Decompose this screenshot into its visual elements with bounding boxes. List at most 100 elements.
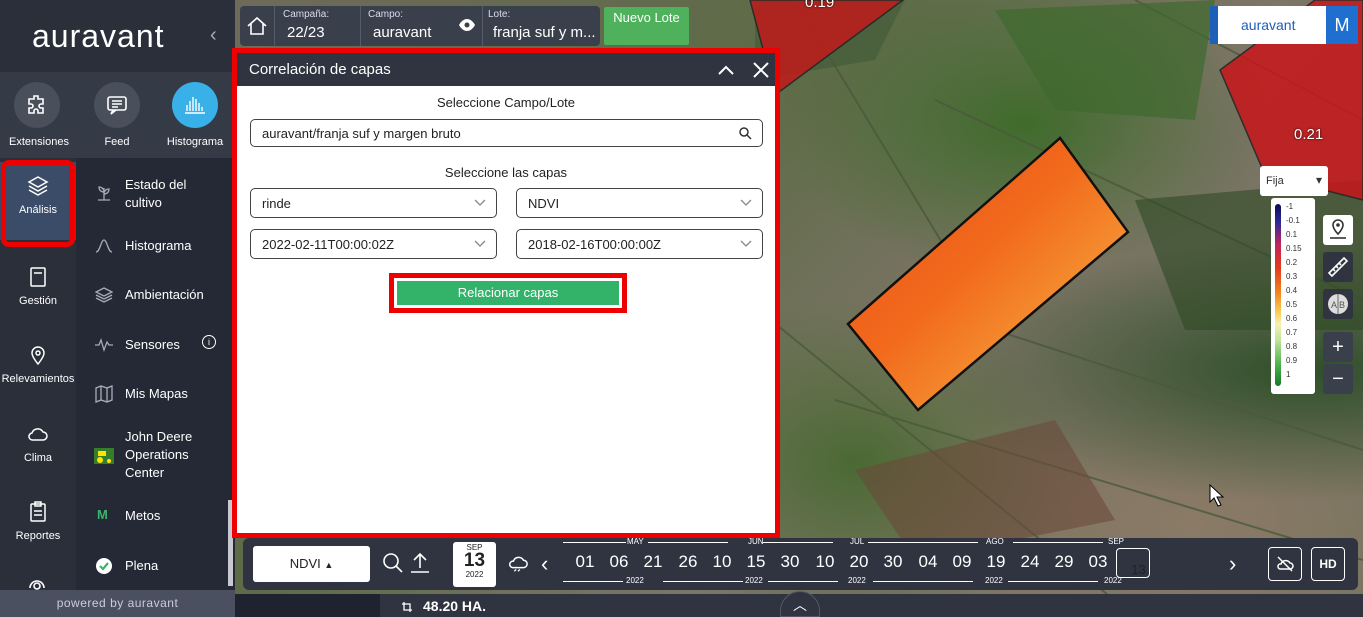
analisis-highlight xyxy=(1,160,75,247)
legend-label: -0.1 xyxy=(1286,216,1300,225)
timeline-rule xyxy=(873,581,973,582)
submenu-metos[interactable]: M Metos xyxy=(76,506,231,528)
submenu-john-deere[interactable]: John Deere Operations Center xyxy=(76,428,231,484)
nuevo-lote-button[interactable]: Nuevo Lote xyxy=(604,7,689,45)
submenu-sensores[interactable]: Sensores i xyxy=(76,335,231,357)
capa-1-value: rinde xyxy=(262,196,291,211)
search-icon[interactable] xyxy=(382,552,404,574)
nav-top-row: Extensiones Feed Histograma xyxy=(0,72,235,158)
area-icon xyxy=(402,602,412,612)
zoom-in-button[interactable]: + xyxy=(1323,332,1353,362)
legend-label: 0.1 xyxy=(1286,230,1298,239)
legend-label: 0.15 xyxy=(1286,244,1302,253)
timeline-next-icon[interactable]: › xyxy=(1229,551,1236,577)
legend-label: 0.5 xyxy=(1286,300,1298,309)
timeline-day[interactable]: 21 xyxy=(638,552,668,572)
current-date-badge[interactable]: SEP 13 2022 xyxy=(453,542,496,587)
sensor-icon xyxy=(95,338,113,353)
selected-lot[interactable] xyxy=(846,136,1130,412)
cloud-icon xyxy=(28,428,48,441)
timeline-day[interactable]: 24 xyxy=(1015,552,1045,572)
left-navigation: auravant ‹ Extensiones Feed Histograma A… xyxy=(0,0,235,617)
legend-label: -1 xyxy=(1286,202,1294,211)
current-year: 2022 xyxy=(465,570,484,579)
upload-icon[interactable] xyxy=(409,552,431,574)
timeline-day[interactable]: 20 xyxy=(844,552,874,572)
submenu-mis-mapas[interactable]: Mis Mapas xyxy=(76,384,231,406)
layer-selector-button[interactable]: NDVI ▲ xyxy=(253,546,370,582)
timeline-day[interactable]: 06 xyxy=(604,552,634,572)
timeline-day[interactable]: 26 xyxy=(673,552,703,572)
nav-label: Extensiones xyxy=(9,136,69,148)
logo: auravant xyxy=(32,18,165,54)
timeline-day[interactable]: 30 xyxy=(878,552,908,572)
timeline-rule xyxy=(868,542,978,543)
collapse-chevron-icon[interactable]: ‹ xyxy=(210,24,217,47)
legend-mode-value: Fija xyxy=(1266,175,1284,187)
zoom-out-button[interactable]: − xyxy=(1323,364,1353,394)
legend-mode-select[interactable]: Fija ▾ xyxy=(1260,166,1328,196)
timeline-day[interactable]: 01 xyxy=(570,552,600,572)
legend-label: 0.2 xyxy=(1286,258,1298,267)
map-pin-button[interactable] xyxy=(1323,215,1353,245)
timeline-day[interactable]: 30 xyxy=(775,552,805,572)
legend-label: 1 xyxy=(1286,370,1291,379)
timeline-day[interactable]: 10 xyxy=(707,552,737,572)
timeline-prev-icon[interactable]: ‹ xyxy=(541,551,548,577)
campo-lote-search-input[interactable]: auravant/franja suf y margen bruto xyxy=(250,119,763,147)
submenu-plena[interactable]: Plena xyxy=(76,556,231,578)
timeline-day[interactable]: 29 xyxy=(1049,552,1079,572)
capa-2-select[interactable]: NDVI xyxy=(516,188,763,218)
rail-gestion[interactable]: Gestión xyxy=(0,253,76,331)
submenu-label: Ambientación xyxy=(125,287,204,302)
rail-reportes[interactable]: Reportes xyxy=(0,488,76,566)
submenu-histograma[interactable]: Histograma xyxy=(76,236,231,258)
ruler-button[interactable] xyxy=(1323,252,1353,282)
timeline-rule xyxy=(1013,542,1103,543)
relacionar-capas-button[interactable]: Relacionar capas xyxy=(397,281,619,305)
feed-icon xyxy=(94,82,140,128)
close-icon[interactable] xyxy=(752,61,770,79)
search-icon xyxy=(739,127,752,140)
context-bar: Campaña: 22/23 Campo: auravant Lote: fra… xyxy=(240,6,600,46)
fecha-2-select[interactable]: 2018-02-16T00:00:00Z xyxy=(516,229,763,259)
report-icon xyxy=(30,501,46,522)
home-icon[interactable] xyxy=(244,14,270,38)
timeline-day[interactable]: 19 xyxy=(981,552,1011,572)
hd-button[interactable]: HD xyxy=(1311,547,1345,581)
rail-relevamientos[interactable]: Relevamientos xyxy=(0,331,76,409)
eye-icon[interactable] xyxy=(458,18,476,32)
user-avatar[interactable]: M xyxy=(1326,6,1358,44)
plant-icon xyxy=(98,186,110,201)
submenu-scrollbar[interactable] xyxy=(228,500,233,586)
timeline-rule xyxy=(763,542,833,543)
brand-name: auravant xyxy=(1241,17,1296,33)
timeline-day[interactable]: 10 xyxy=(810,552,840,572)
compare-button[interactable]: AB xyxy=(1323,289,1353,319)
lot-value-right: 0.21 xyxy=(1294,126,1324,143)
support-icon[interactable] xyxy=(26,574,48,590)
submenu-estado-cultivo[interactable]: Estado del cultivo xyxy=(76,176,231,216)
chevron-down-icon: ▾ xyxy=(1315,173,1322,187)
svg-text:A: A xyxy=(1331,300,1337,310)
minimize-chevron-icon[interactable] xyxy=(717,61,735,79)
cloud-off-button[interactable] xyxy=(1268,547,1302,581)
fecha-1-select[interactable]: 2022-02-11T00:00:02Z xyxy=(250,229,497,259)
timeline-day[interactable]: 04 xyxy=(913,552,943,572)
cloud-filter-icon[interactable] xyxy=(507,552,529,574)
brand-badge: auravant M xyxy=(1210,6,1358,44)
chevron-up-icon: ︿ xyxy=(793,597,807,613)
timeline-day[interactable]: 09 xyxy=(947,552,977,572)
submenu-ambientacion[interactable]: Ambientación xyxy=(76,285,231,307)
timeline-day[interactable]: 03 xyxy=(1083,552,1113,572)
map-pin-icon xyxy=(1330,219,1346,239)
info-icon[interactable]: i xyxy=(202,335,216,349)
timeline-day[interactable]: 15 xyxy=(741,552,771,572)
capa-1-select[interactable]: rinde xyxy=(250,188,497,218)
legend-label: 0.8 xyxy=(1286,342,1298,351)
legend-label: 0.7 xyxy=(1286,328,1298,337)
rail-clima[interactable]: Clima xyxy=(0,410,76,488)
timeline-day-selected[interactable]: 13 xyxy=(1116,548,1150,578)
lot-value-top: 0.19 xyxy=(805,0,835,11)
status-bar-left xyxy=(235,594,380,617)
